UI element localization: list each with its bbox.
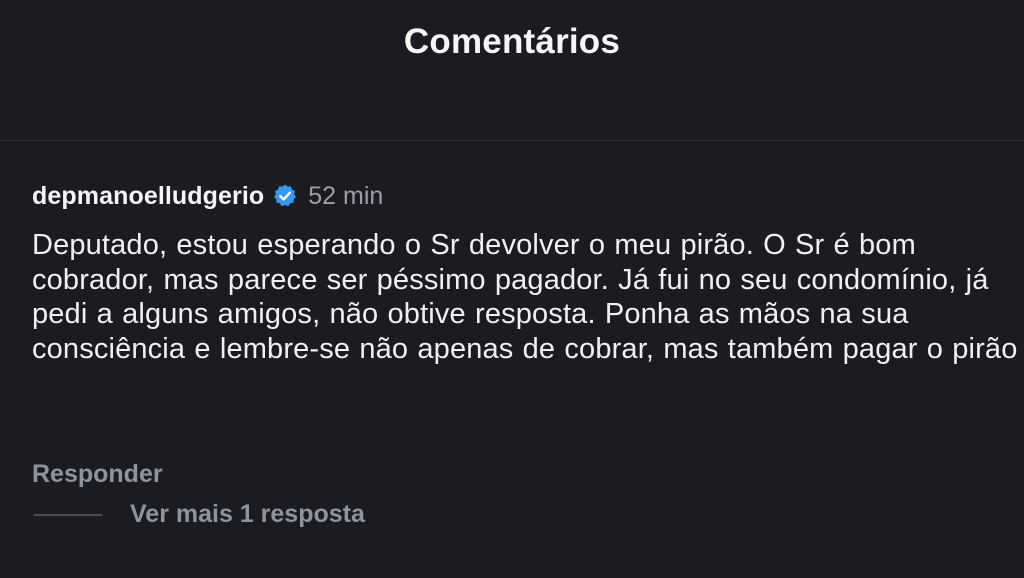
comment-timestamp: 52 min — [308, 181, 384, 210]
comment-actions: Responder — [32, 460, 163, 489]
view-replies-row[interactable]: Ver mais 1 resposta — [34, 500, 365, 529]
reply-button[interactable]: Responder — [32, 460, 163, 488]
comments-screen: Comentários depmanoelludgerio 52 min Dep… — [0, 0, 1024, 578]
view-more-replies-button[interactable]: Ver mais 1 resposta — [130, 500, 365, 529]
verified-badge-icon — [272, 183, 298, 209]
comment-username[interactable]: depmanoelludgerio — [32, 182, 264, 211]
replies-indicator-line — [34, 513, 102, 516]
comments-header: Comentários — [0, 0, 1024, 90]
comment-text: Deputado, estou esperando o Sr devolver … — [32, 229, 1018, 365]
header-divider — [0, 140, 1024, 141]
comment-item: depmanoelludgerio 52 min Deputado, estou… — [32, 174, 1018, 366]
page-title: Comentários — [403, 22, 621, 61]
comment-meta: depmanoelludgerio 52 min — [32, 174, 1018, 218]
